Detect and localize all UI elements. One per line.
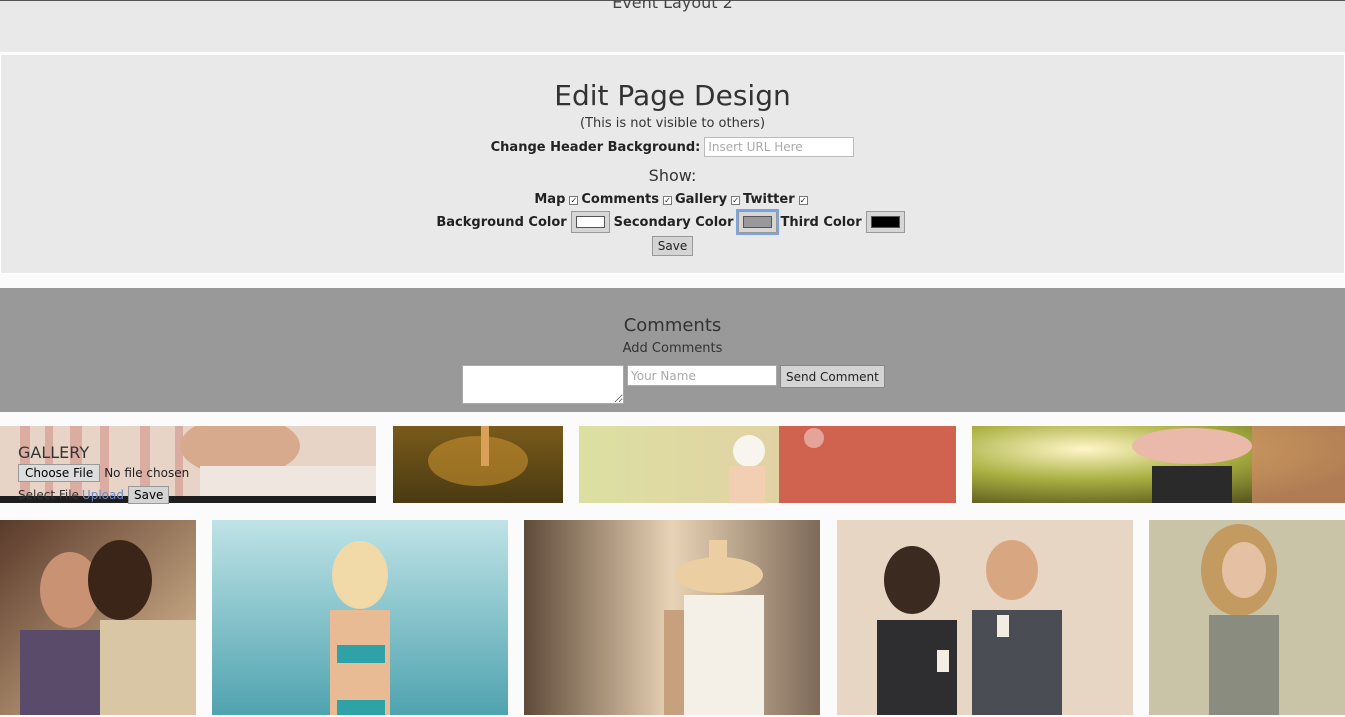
header-bg-url-input[interactable] xyxy=(704,137,855,157)
upload-row: Select File Upload Save xyxy=(18,486,170,504)
toggle-gallery-checkbox[interactable]: ✓ xyxy=(731,196,741,205)
header-bg-row: Change Header Background: xyxy=(1,137,1344,157)
toggle-twitter-checkbox[interactable]: ✓ xyxy=(798,196,808,205)
comments-panel: Comments Add Comments Send Comment xyxy=(0,288,1345,412)
third-color-label: Third Color xyxy=(780,214,862,230)
select-file-label: Select File xyxy=(18,488,79,502)
send-comment-button[interactable]: Send Comment xyxy=(780,365,885,388)
comment-textarea[interactable] xyxy=(462,365,624,404)
gallery-banner-image-3 xyxy=(579,426,956,503)
gallery-photo-3[interactable] xyxy=(524,520,820,715)
background-color-picker[interactable] xyxy=(570,211,610,233)
no-file-label: No file chosen xyxy=(104,466,190,480)
add-comments-label: Add Comments xyxy=(622,341,723,356)
visibility-note: (This is not visible to others) xyxy=(579,116,766,131)
secondary-color-picker[interactable] xyxy=(735,209,779,235)
gallery-title: GALLERY xyxy=(18,443,90,462)
secondary-color-label: Secondary Color xyxy=(613,214,734,230)
design-save-button[interactable]: Save xyxy=(651,236,694,256)
gallery-save-button[interactable]: Save xyxy=(127,486,170,504)
comment-name-input[interactable] xyxy=(627,365,777,386)
toggle-map-label: Map xyxy=(534,192,566,207)
comments-title: Comments xyxy=(623,315,722,336)
header-bg-label: Change Header Background: xyxy=(490,139,701,155)
toggle-twitter-label: Twitter xyxy=(743,192,795,207)
show-label: Show: xyxy=(648,166,697,185)
comment-form: Send Comment xyxy=(462,365,885,404)
gallery-photo-1[interactable] xyxy=(0,520,196,715)
toggle-map-checkbox[interactable]: ✓ xyxy=(569,196,579,205)
choose-file-button[interactable]: Choose File xyxy=(18,464,101,482)
gallery-photo-5[interactable] xyxy=(1149,520,1345,715)
toggle-gallery-label: Gallery xyxy=(674,192,728,207)
background-color-label: Background Color xyxy=(436,214,567,230)
page-header: Event Layout 2 xyxy=(0,0,1345,53)
gallery-controls: GALLERY Choose File No file chosen Selec… xyxy=(0,426,376,504)
event-title: Event Layout 2 xyxy=(612,0,733,12)
design-title: Edit Page Design xyxy=(554,79,791,112)
gallery-banner-image-2 xyxy=(393,426,563,503)
color-row: Background Color Secondary Color Third C… xyxy=(1,209,1344,235)
gallery-photo-2[interactable] xyxy=(212,520,508,715)
edit-design-panel: Edit Page Design (This is not visible to… xyxy=(0,54,1345,274)
upload-link[interactable]: Upload xyxy=(82,488,124,502)
show-toggles: Map ✓ Comments ✓ Gallery ✓ Twitter ✓ xyxy=(1,192,1344,207)
toggle-comments-label: Comments xyxy=(581,192,659,207)
file-chooser: Choose File No file chosen xyxy=(18,464,189,482)
third-color-picker[interactable] xyxy=(865,211,905,233)
gallery-photo-4[interactable] xyxy=(837,520,1133,715)
toggle-comments-checkbox[interactable]: ✓ xyxy=(662,196,672,205)
gallery-banner-image-4 xyxy=(972,426,1345,503)
